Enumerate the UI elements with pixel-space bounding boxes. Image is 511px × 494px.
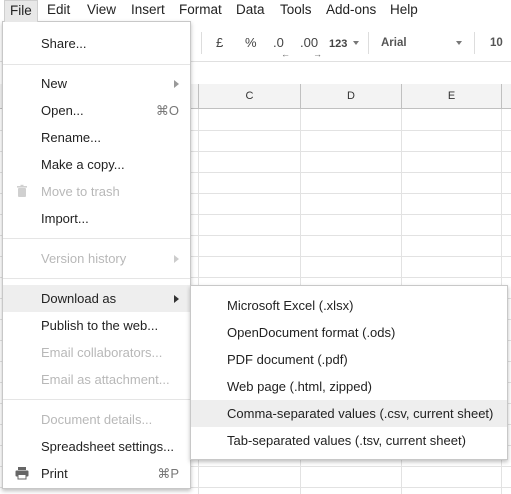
- percent-format-button[interactable]: %: [245, 36, 257, 50]
- menu-item-open[interactable]: Open... ⌘O: [3, 97, 190, 124]
- chevron-right-icon: [174, 295, 179, 303]
- menu-item-label: Import...: [41, 211, 89, 226]
- menu-item-label: Open...: [41, 103, 84, 118]
- menu-item-label: Email as attachment...: [41, 372, 170, 387]
- menu-separator: [3, 399, 190, 400]
- column-header-f[interactable]: [501, 84, 511, 109]
- menu-item-move-to-trash: Move to trash: [3, 178, 190, 205]
- menu-format[interactable]: Format: [179, 2, 222, 20]
- menu-item-label: Make a copy...: [41, 157, 125, 172]
- toolbar-divider: [201, 32, 202, 54]
- menu-item-print[interactable]: Print ⌘P: [3, 460, 190, 487]
- menu-item-label: Document details...: [41, 412, 153, 427]
- menu-help[interactable]: Help: [390, 2, 418, 20]
- menu-item-label: Download as: [41, 291, 117, 306]
- trash-icon: [15, 184, 29, 198]
- shortcut-label: ⌘O: [155, 103, 179, 118]
- menu-item-label: Spreadsheet settings...: [41, 439, 174, 454]
- currency-format-button[interactable]: £: [216, 36, 223, 50]
- menu-separator: [3, 64, 190, 65]
- more-formats-button[interactable]: 123: [329, 37, 347, 51]
- arrow-right-icon: →: [313, 49, 322, 59]
- chevron-down-icon: [456, 41, 462, 45]
- menu-item-label: Microsoft Excel (.xlsx): [227, 298, 354, 313]
- font-size-select[interactable]: 10: [490, 36, 503, 50]
- download-html[interactable]: Web page (.html, zipped): [191, 373, 507, 400]
- menu-addons[interactable]: Add-ons: [326, 2, 376, 20]
- download-pdf[interactable]: PDF document (.pdf): [191, 346, 507, 373]
- column-header-c[interactable]: C: [198, 84, 300, 109]
- menu-item-email-collaborators: Email collaborators...: [3, 339, 190, 366]
- menu-item-document-details: Document details...: [3, 406, 190, 433]
- menu-item-label: Email collaborators...: [41, 345, 163, 360]
- menu-item-label: Tab-separated values (.tsv, current shee…: [227, 433, 466, 448]
- download-xlsx[interactable]: Microsoft Excel (.xlsx): [191, 292, 507, 319]
- download-ods[interactable]: OpenDocument format (.ods): [191, 319, 507, 346]
- menu-item-label: Share...: [41, 36, 87, 51]
- menu-item-spreadsheet-settings[interactable]: Spreadsheet settings...: [3, 433, 190, 460]
- menu-item-make-copy[interactable]: Make a copy...: [3, 151, 190, 178]
- toolbar-divider: [368, 32, 369, 54]
- arrow-left-icon: ←: [281, 49, 290, 59]
- menu-data[interactable]: Data: [236, 2, 265, 20]
- menu-item-rename[interactable]: Rename...: [3, 124, 190, 151]
- file-menu: Share... New Open... ⌘O Rename... Make a…: [2, 21, 191, 489]
- chevron-right-icon: [174, 255, 179, 263]
- menu-bar: File Edit View Insert Format Data Tools …: [0, 0, 511, 22]
- increase-decimals-button[interactable]: .00: [300, 36, 318, 50]
- menu-item-label: Version history: [41, 251, 127, 266]
- download-tsv[interactable]: Tab-separated values (.tsv, current shee…: [191, 427, 507, 454]
- menu-item-label: New: [41, 76, 68, 91]
- toolbar-divider: [474, 32, 475, 54]
- menu-item-label: OpenDocument format (.ods): [227, 325, 396, 340]
- menu-edit[interactable]: Edit: [47, 2, 70, 20]
- menu-item-new[interactable]: New: [3, 70, 190, 97]
- download-csv[interactable]: Comma-separated values (.csv, current sh…: [191, 400, 507, 427]
- menu-item-version-history: Version history: [3, 245, 190, 272]
- chevron-right-icon: [174, 80, 179, 88]
- menu-item-label: PDF document (.pdf): [227, 352, 348, 367]
- menu-tools[interactable]: Tools: [280, 2, 312, 20]
- menu-item-label: Comma-separated values (.csv, current sh…: [227, 406, 494, 421]
- menu-separator: [3, 238, 190, 239]
- menu-item-label: Print: [41, 466, 68, 481]
- column-header-e[interactable]: E: [401, 84, 501, 109]
- chevron-down-icon: [353, 41, 359, 45]
- menu-item-label: Rename...: [41, 130, 101, 145]
- menu-item-label: Web page (.html, zipped): [227, 379, 372, 394]
- decrease-decimals-button[interactable]: .0: [273, 36, 284, 50]
- menu-item-publish[interactable]: Publish to the web...: [3, 312, 190, 339]
- menu-item-share[interactable]: Share...: [3, 30, 190, 57]
- menu-item-email-attachment: Email as attachment...: [3, 366, 190, 393]
- menu-insert[interactable]: Insert: [131, 2, 165, 20]
- menu-separator: [3, 278, 190, 279]
- download-as-submenu: Microsoft Excel (.xlsx) OpenDocument for…: [190, 285, 508, 460]
- menu-item-import[interactable]: Import...: [3, 205, 190, 232]
- menu-item-label: Move to trash: [41, 184, 120, 199]
- font-family-select[interactable]: Arial: [381, 36, 407, 50]
- menu-file[interactable]: File: [4, 0, 38, 22]
- printer-icon: [15, 466, 29, 480]
- menu-view[interactable]: View: [87, 2, 116, 20]
- shortcut-label: ⌘P: [157, 466, 179, 481]
- menu-item-download-as[interactable]: Download as: [3, 285, 190, 312]
- menu-item-label: Publish to the web...: [41, 318, 159, 333]
- column-header-d[interactable]: D: [300, 84, 401, 109]
